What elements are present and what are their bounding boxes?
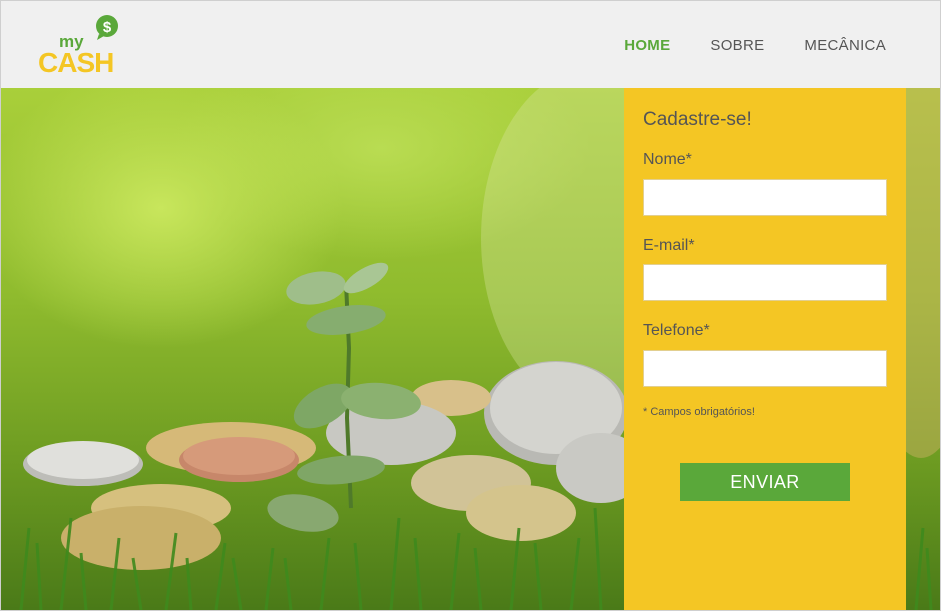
submit-button[interactable]: ENVIAR [680,463,850,501]
signup-form-panel: Cadastre-se! Nome* E-mail* Telefone* * C… [624,88,906,610]
nav-home[interactable]: HOME [624,37,670,54]
phone-label: Telefone* [643,322,710,339]
name-field[interactable] [643,179,887,216]
phone-field[interactable] [643,350,887,387]
logo-badge: $ [103,19,112,36]
form-title: Cadastre-se! [643,109,752,130]
email-field[interactable] [643,264,887,301]
main-nav: HOME SOBRE MECÂNICA [624,37,886,54]
nav-mecanica[interactable]: MECÂNICA [804,37,886,54]
sprout-illustration [267,262,421,532]
name-label: Nome* [643,151,692,168]
mycash-logo[interactable]: $ my CASH [37,13,129,78]
site-header: $ my CASH HOME SOBRE MECÂNICA [1,1,940,88]
required-note: * Campos obrigatórios! [643,406,755,418]
email-label: E-mail* [643,237,695,254]
nav-sobre[interactable]: SOBRE [710,37,764,54]
logo-text-cash: CASH [38,47,113,77]
